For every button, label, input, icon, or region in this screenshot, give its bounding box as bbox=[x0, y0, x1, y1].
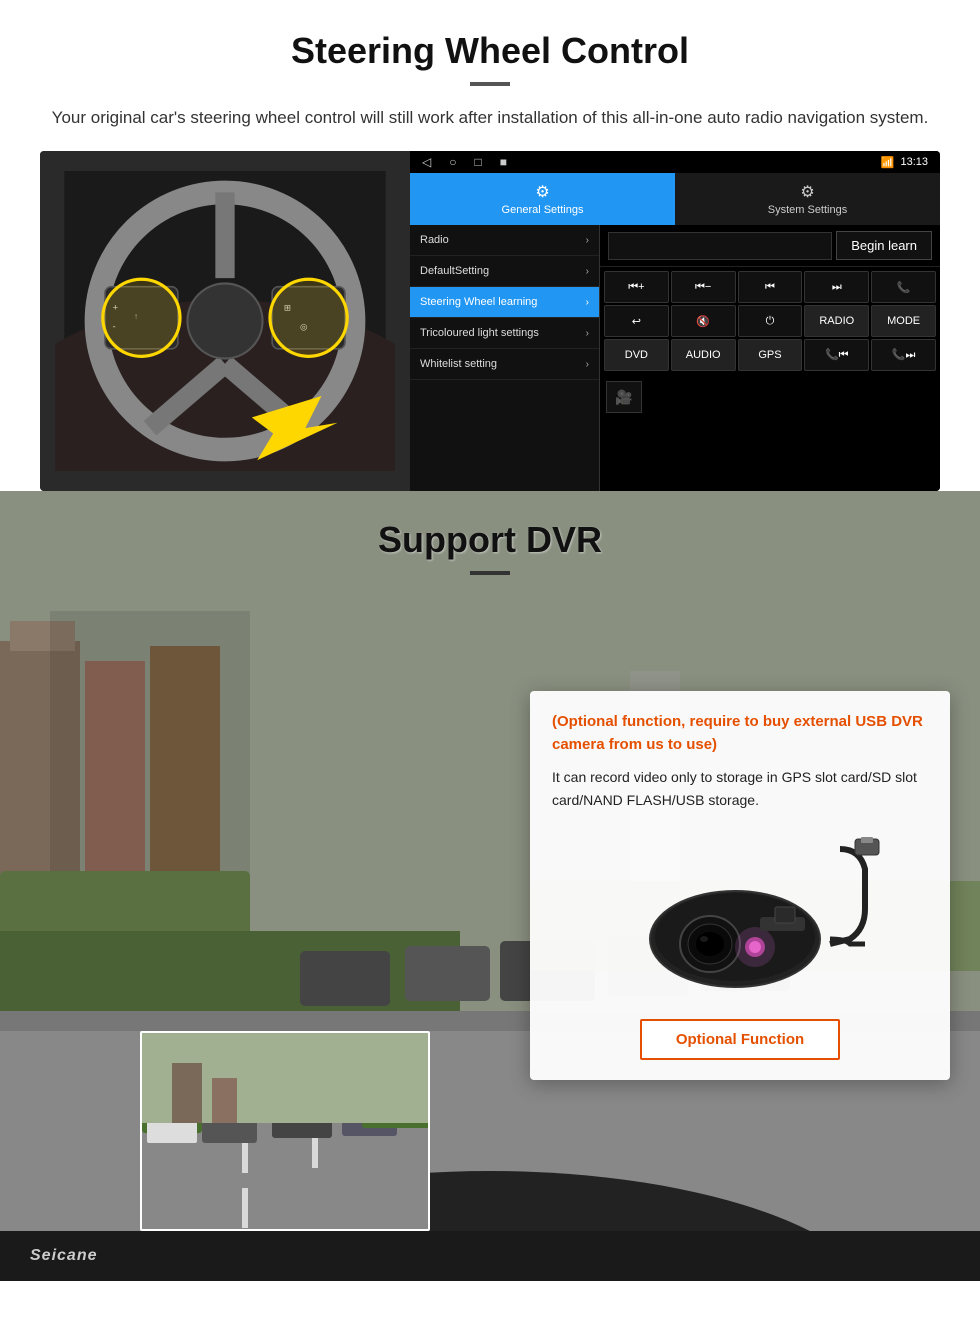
menu-steering-label: Steering Wheel learning bbox=[420, 296, 537, 308]
info-card: (Optional function, require to buy exter… bbox=[530, 691, 950, 1080]
ctrl-gps[interactable]: GPS bbox=[738, 339, 803, 371]
menu-nav-icon[interactable]: ■ bbox=[500, 155, 507, 169]
ctrl-vol-down[interactable]: ⏮− bbox=[671, 271, 736, 303]
recents-nav-icon[interactable]: □ bbox=[474, 155, 481, 169]
ctrl-phone[interactable]: 📞 bbox=[871, 271, 936, 303]
steering-section: Steering Wheel Control Your original car… bbox=[0, 0, 980, 491]
dvr-camera-illustration bbox=[600, 829, 880, 1009]
title-divider-1 bbox=[470, 82, 510, 86]
android-tabs: ⚙ General Settings ⚙ System Settings bbox=[410, 173, 940, 225]
ctrl-next-track[interactable]: ⏭ bbox=[804, 271, 869, 303]
ctrl-audio[interactable]: AUDIO bbox=[671, 339, 736, 371]
menu-item-radio[interactable]: Radio › bbox=[410, 225, 599, 256]
menu-arrow-default: › bbox=[586, 266, 589, 277]
dvr-title-overlay: Support DVR bbox=[0, 491, 980, 603]
time-display: 13:13 bbox=[900, 156, 928, 168]
menu-arrow-steering: › bbox=[586, 297, 589, 308]
dvr-icon-button[interactable]: 🎥 bbox=[606, 381, 642, 413]
tab-general-settings[interactable]: ⚙ General Settings bbox=[410, 173, 675, 225]
menu-arrow-whitelist: › bbox=[586, 359, 589, 370]
menu-item-tricoloured[interactable]: Tricoloured light settings › bbox=[410, 318, 599, 349]
ctrl-radio[interactable]: RADIO bbox=[804, 305, 869, 337]
menu-item-default[interactable]: DefaultSetting › bbox=[410, 256, 599, 287]
dvr-icon-row: 🎥 bbox=[600, 375, 940, 419]
title-divider-2 bbox=[470, 571, 510, 575]
begin-learn-button[interactable]: Begin learn bbox=[836, 231, 932, 260]
gear-icon-2: ⚙ bbox=[800, 182, 814, 202]
control-grid: ⏮+ ⏮− ⏮ ⏭ 📞 ↩ 🔇 ⏻ RADIO MODE DVD AUDIO bbox=[600, 267, 940, 375]
ctrl-phone-next[interactable]: 📞⏭ bbox=[871, 339, 936, 371]
learn-input-box bbox=[608, 232, 832, 260]
steering-title: Steering Wheel Control bbox=[40, 30, 940, 72]
home-nav-icon[interactable]: ○ bbox=[449, 155, 456, 169]
gear-icon-1: ⚙ bbox=[535, 182, 549, 202]
tab-general-label: General Settings bbox=[502, 204, 584, 216]
ctrl-dvd[interactable]: DVD bbox=[604, 339, 669, 371]
ctrl-mute[interactable]: 🔇 bbox=[671, 305, 736, 337]
ctrl-phone-prev[interactable]: 📞⏮ bbox=[804, 339, 869, 371]
android-panel: ◁ ○ □ ■ 📶 13:13 ⚙ General Settings ⚙ bbox=[410, 151, 940, 491]
ctrl-hangup[interactable]: ↩ bbox=[604, 305, 669, 337]
nav-bar: ◁ ○ □ ■ 📶 13:13 bbox=[410, 151, 940, 173]
info-card-body-text: It can record video only to storage in G… bbox=[552, 766, 928, 811]
menu-item-steering[interactable]: Steering Wheel learning › bbox=[410, 287, 599, 318]
nav-icons: ◁ ○ □ ■ bbox=[422, 155, 507, 169]
steering-wheel-svg: + - ↑ ⊞ ◎ bbox=[55, 171, 395, 471]
menu-radio-label: Radio bbox=[420, 234, 449, 246]
ctrl-vol-up[interactable]: ⏮+ bbox=[604, 271, 669, 303]
seicane-watermark: Seicane bbox=[30, 1247, 97, 1265]
steering-photo: + - ↑ ⊞ ◎ bbox=[40, 151, 410, 491]
ctrl-power[interactable]: ⏻ bbox=[738, 305, 803, 337]
menu-arrow-tricoloured: › bbox=[586, 328, 589, 339]
steering-demo: + - ↑ ⊞ ◎ ◁ ○ □ ■ bbox=[40, 151, 940, 491]
back-nav-icon[interactable]: ◁ bbox=[422, 155, 431, 169]
right-panel: Begin learn ⏮+ ⏮− ⏮ ⏭ 📞 ↩ 🔇 ⏻ bbox=[600, 225, 940, 491]
tab-system-label: System Settings bbox=[768, 204, 847, 216]
dvr-title: Support DVR bbox=[0, 519, 980, 561]
dvr-section: Support DVR bbox=[0, 491, 980, 1281]
menu-item-whitelist[interactable]: Whitelist setting › bbox=[410, 349, 599, 380]
dvr-camera-svg bbox=[600, 829, 880, 1009]
ctrl-mode[interactable]: MODE bbox=[871, 305, 936, 337]
thumbnail-inner bbox=[142, 1033, 428, 1229]
android-content: Radio › DefaultSetting › Steering Wheel … bbox=[410, 225, 940, 491]
signal-icon: 📶 bbox=[881, 156, 895, 169]
menu-tricoloured-label: Tricoloured light settings bbox=[420, 327, 539, 339]
tab-system-settings[interactable]: ⚙ System Settings bbox=[675, 173, 940, 225]
menu-arrow-radio: › bbox=[586, 235, 589, 246]
thumbnail-svg bbox=[142, 1033, 430, 1231]
optional-function-button[interactable]: Optional Function bbox=[640, 1019, 840, 1060]
menu-column: Radio › DefaultSetting › Steering Wheel … bbox=[410, 225, 600, 491]
status-bar: 📶 13:13 bbox=[881, 156, 928, 169]
begin-learn-row: Begin learn bbox=[600, 225, 940, 267]
dvr-thumbnail bbox=[140, 1031, 430, 1231]
info-card-orange-text: (Optional function, require to buy exter… bbox=[552, 711, 928, 756]
ctrl-prev-track[interactable]: ⏮ bbox=[738, 271, 803, 303]
menu-default-label: DefaultSetting bbox=[420, 265, 489, 277]
menu-whitelist-label: Whitelist setting bbox=[420, 358, 497, 370]
steering-subtitle: Your original car's steering wheel contr… bbox=[40, 104, 940, 131]
